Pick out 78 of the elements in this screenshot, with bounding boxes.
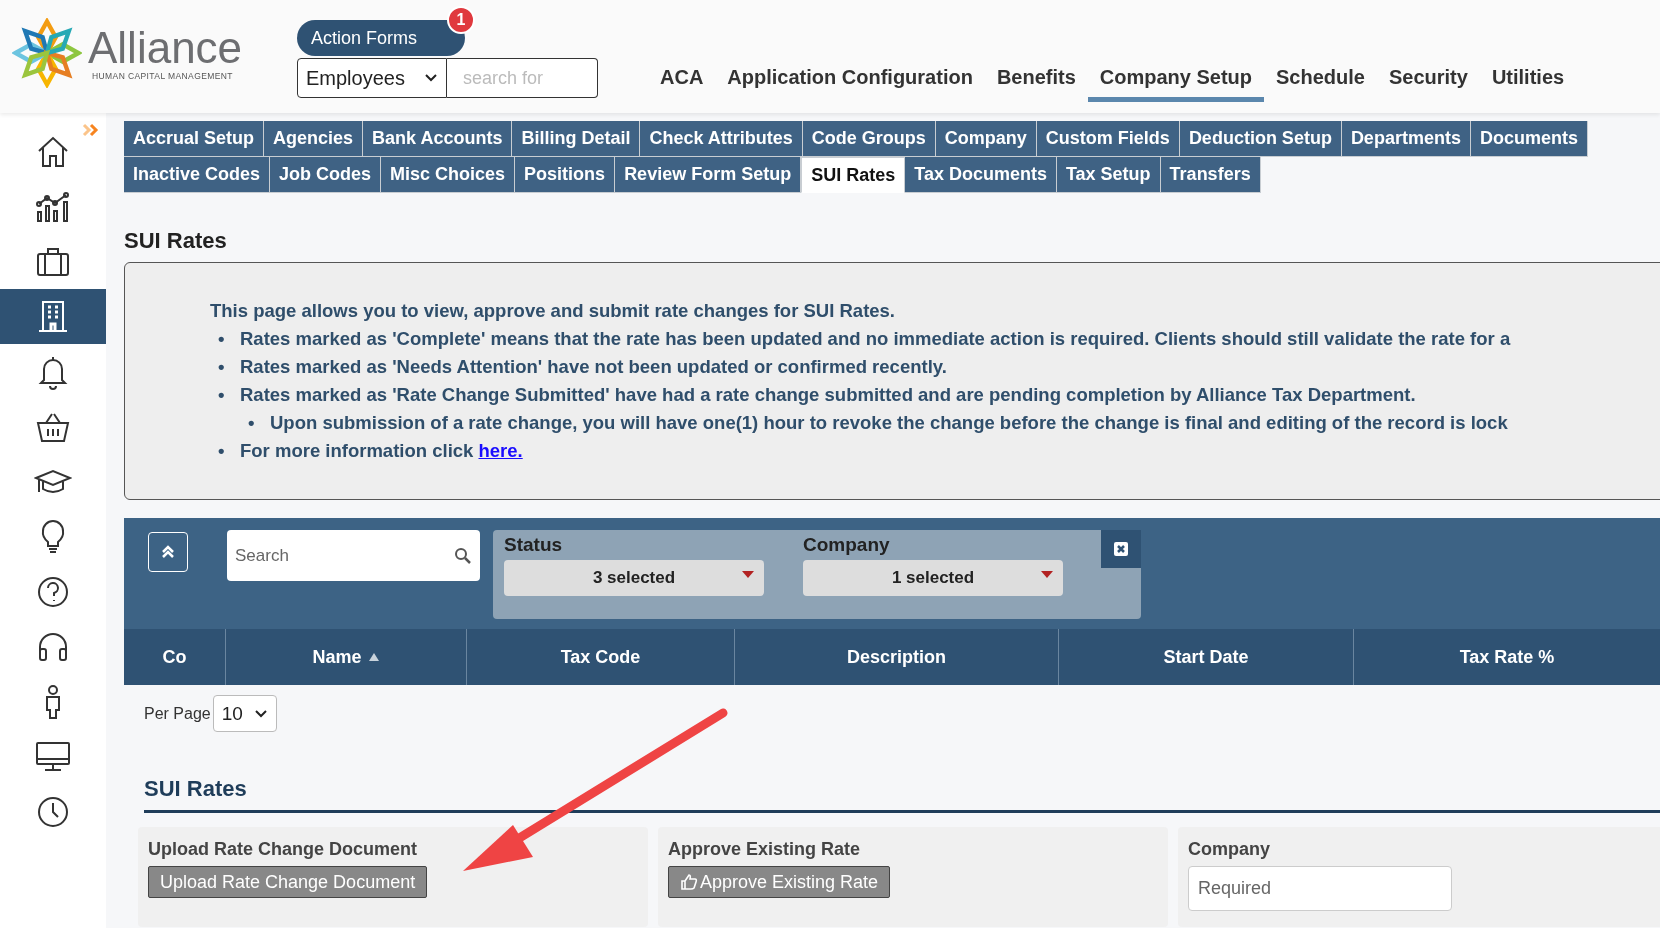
tab[interactable]: Transfers — [1160, 157, 1261, 193]
tab[interactable]: Job Codes — [270, 157, 382, 193]
tab[interactable]: Code Groups — [802, 121, 936, 157]
nav-item[interactable]: Schedule — [1276, 66, 1365, 102]
thumbs-up-icon — [680, 873, 698, 891]
here-link[interactable]: here. — [478, 440, 523, 461]
chevron-down-icon — [253, 708, 268, 719]
nav-item[interactable]: Application Configuration — [727, 66, 973, 102]
tab[interactable]: Bank Accounts — [363, 121, 513, 157]
info-bullet: For more information click here. — [240, 439, 523, 463]
double-chevron-up-icon — [160, 544, 176, 560]
field-label: Upload Rate Change Document — [148, 839, 419, 860]
close-icon — [1114, 542, 1128, 556]
column-header[interactable]: Tax Rate % — [1353, 629, 1660, 685]
info-bullet: Rates marked as 'Rate Change Submitted' have had a rate change submitted and are pending completion by Alliance Tax Department. — [240, 383, 1416, 407]
tab[interactable]: Custom Fields — [1036, 121, 1180, 157]
field-label: Company — [1188, 839, 1271, 860]
logo-name: Alliance — [88, 25, 243, 71]
company-field[interactable]: Required — [1188, 866, 1452, 911]
notification-badge: 1 — [447, 6, 476, 34]
bullet-mark: • — [248, 411, 256, 435]
sidebar-item[interactable] — [0, 289, 106, 344]
tab[interactable]: Agencies — [264, 121, 364, 157]
logo-tagline: HUMAN CAPITAL MANAGEMENT — [92, 71, 234, 81]
info-bullet: Rates marked as 'Needs Attention' have not been updated or confirmed recently. — [240, 355, 947, 379]
nav-item[interactable]: Company Setup — [1087, 66, 1265, 102]
search-field[interactable]: Search — [227, 530, 480, 581]
tab[interactable]: Check Attributes — [640, 121, 803, 157]
tab[interactable]: Company — [935, 121, 1037, 157]
tab[interactable]: SUI Rates — [801, 157, 906, 193]
tab[interactable]: Deduction Setup — [1179, 121, 1342, 157]
search-type-select[interactable]: Employees — [297, 58, 447, 98]
section-title: SUI Rates — [144, 776, 1660, 813]
tab[interactable]: Documents — [1470, 121, 1588, 157]
filter-label: Company — [803, 534, 891, 556]
column-header[interactable]: Start Date — [1058, 629, 1353, 685]
nav-item[interactable]: Benefits — [996, 66, 1076, 102]
bullet-mark: • — [218, 439, 226, 463]
field-label: Approve Existing Rate — [668, 839, 862, 860]
column-header[interactable]: Description — [734, 629, 1058, 685]
per-page-select[interactable]: 10 — [212, 695, 277, 732]
logo-icon — [12, 18, 82, 88]
tab[interactable]: Departments — [1341, 121, 1471, 157]
tab[interactable]: Billing Detail — [512, 121, 641, 157]
double-chevron-icon[interactable] — [82, 123, 100, 137]
tab[interactable]: Review Form Setup — [615, 157, 802, 193]
caret-icon — [742, 571, 754, 578]
chevron-down-icon — [424, 73, 438, 83]
filter-label: Status — [504, 534, 564, 556]
upload-button[interactable]: Upload Rate Change Document — [148, 866, 428, 898]
info-bullet: Upon submission of a rate change, you will have one(1) hour to revoke the change before the change is final and editing of the record is lock — [270, 411, 1508, 435]
filter-dropdown[interactable]: 3 selected — [504, 560, 764, 596]
bullet-mark: • — [218, 327, 226, 351]
nav-item[interactable]: Utilities — [1491, 66, 1565, 102]
search-field[interactable]: search for — [447, 58, 598, 98]
collapse-button[interactable] — [148, 532, 188, 572]
column-header[interactable]: Tax Code — [466, 629, 734, 685]
page-title: SUI Rates — [124, 228, 228, 254]
bullet-mark: • — [218, 383, 226, 407]
caret-icon — [1041, 571, 1053, 578]
search-icon — [454, 546, 472, 565]
column-header[interactable]: Name — [225, 629, 466, 685]
tab[interactable]: Tax Documents — [905, 157, 1057, 193]
info-text: This page allows you to view, approve and submit rate changes for SUI Rates. — [210, 299, 896, 323]
close-button[interactable] — [1101, 530, 1141, 568]
nav-item[interactable]: ACA — [660, 66, 704, 102]
info-bullet: Rates marked as 'Complete' means that the rate has been updated and no immediate action is required. Clients should still validate the rate for a — [240, 327, 1511, 351]
bullet-mark: • — [218, 355, 226, 379]
tab[interactable]: Tax Setup — [1056, 157, 1161, 193]
tab[interactable]: Positions — [515, 157, 616, 193]
tab[interactable]: Accrual Setup — [124, 121, 265, 157]
nav-item[interactable]: Security — [1388, 66, 1468, 102]
per-page-label: Per Page — [144, 704, 211, 723]
approve-button[interactable]: Approve Existing Rate — [668, 866, 891, 898]
tab[interactable]: Inactive Codes — [124, 157, 271, 193]
filter-dropdown[interactable]: 1 selected — [803, 560, 1063, 596]
tab[interactable]: Misc Choices — [381, 157, 516, 193]
column-header[interactable]: Co — [124, 629, 225, 685]
